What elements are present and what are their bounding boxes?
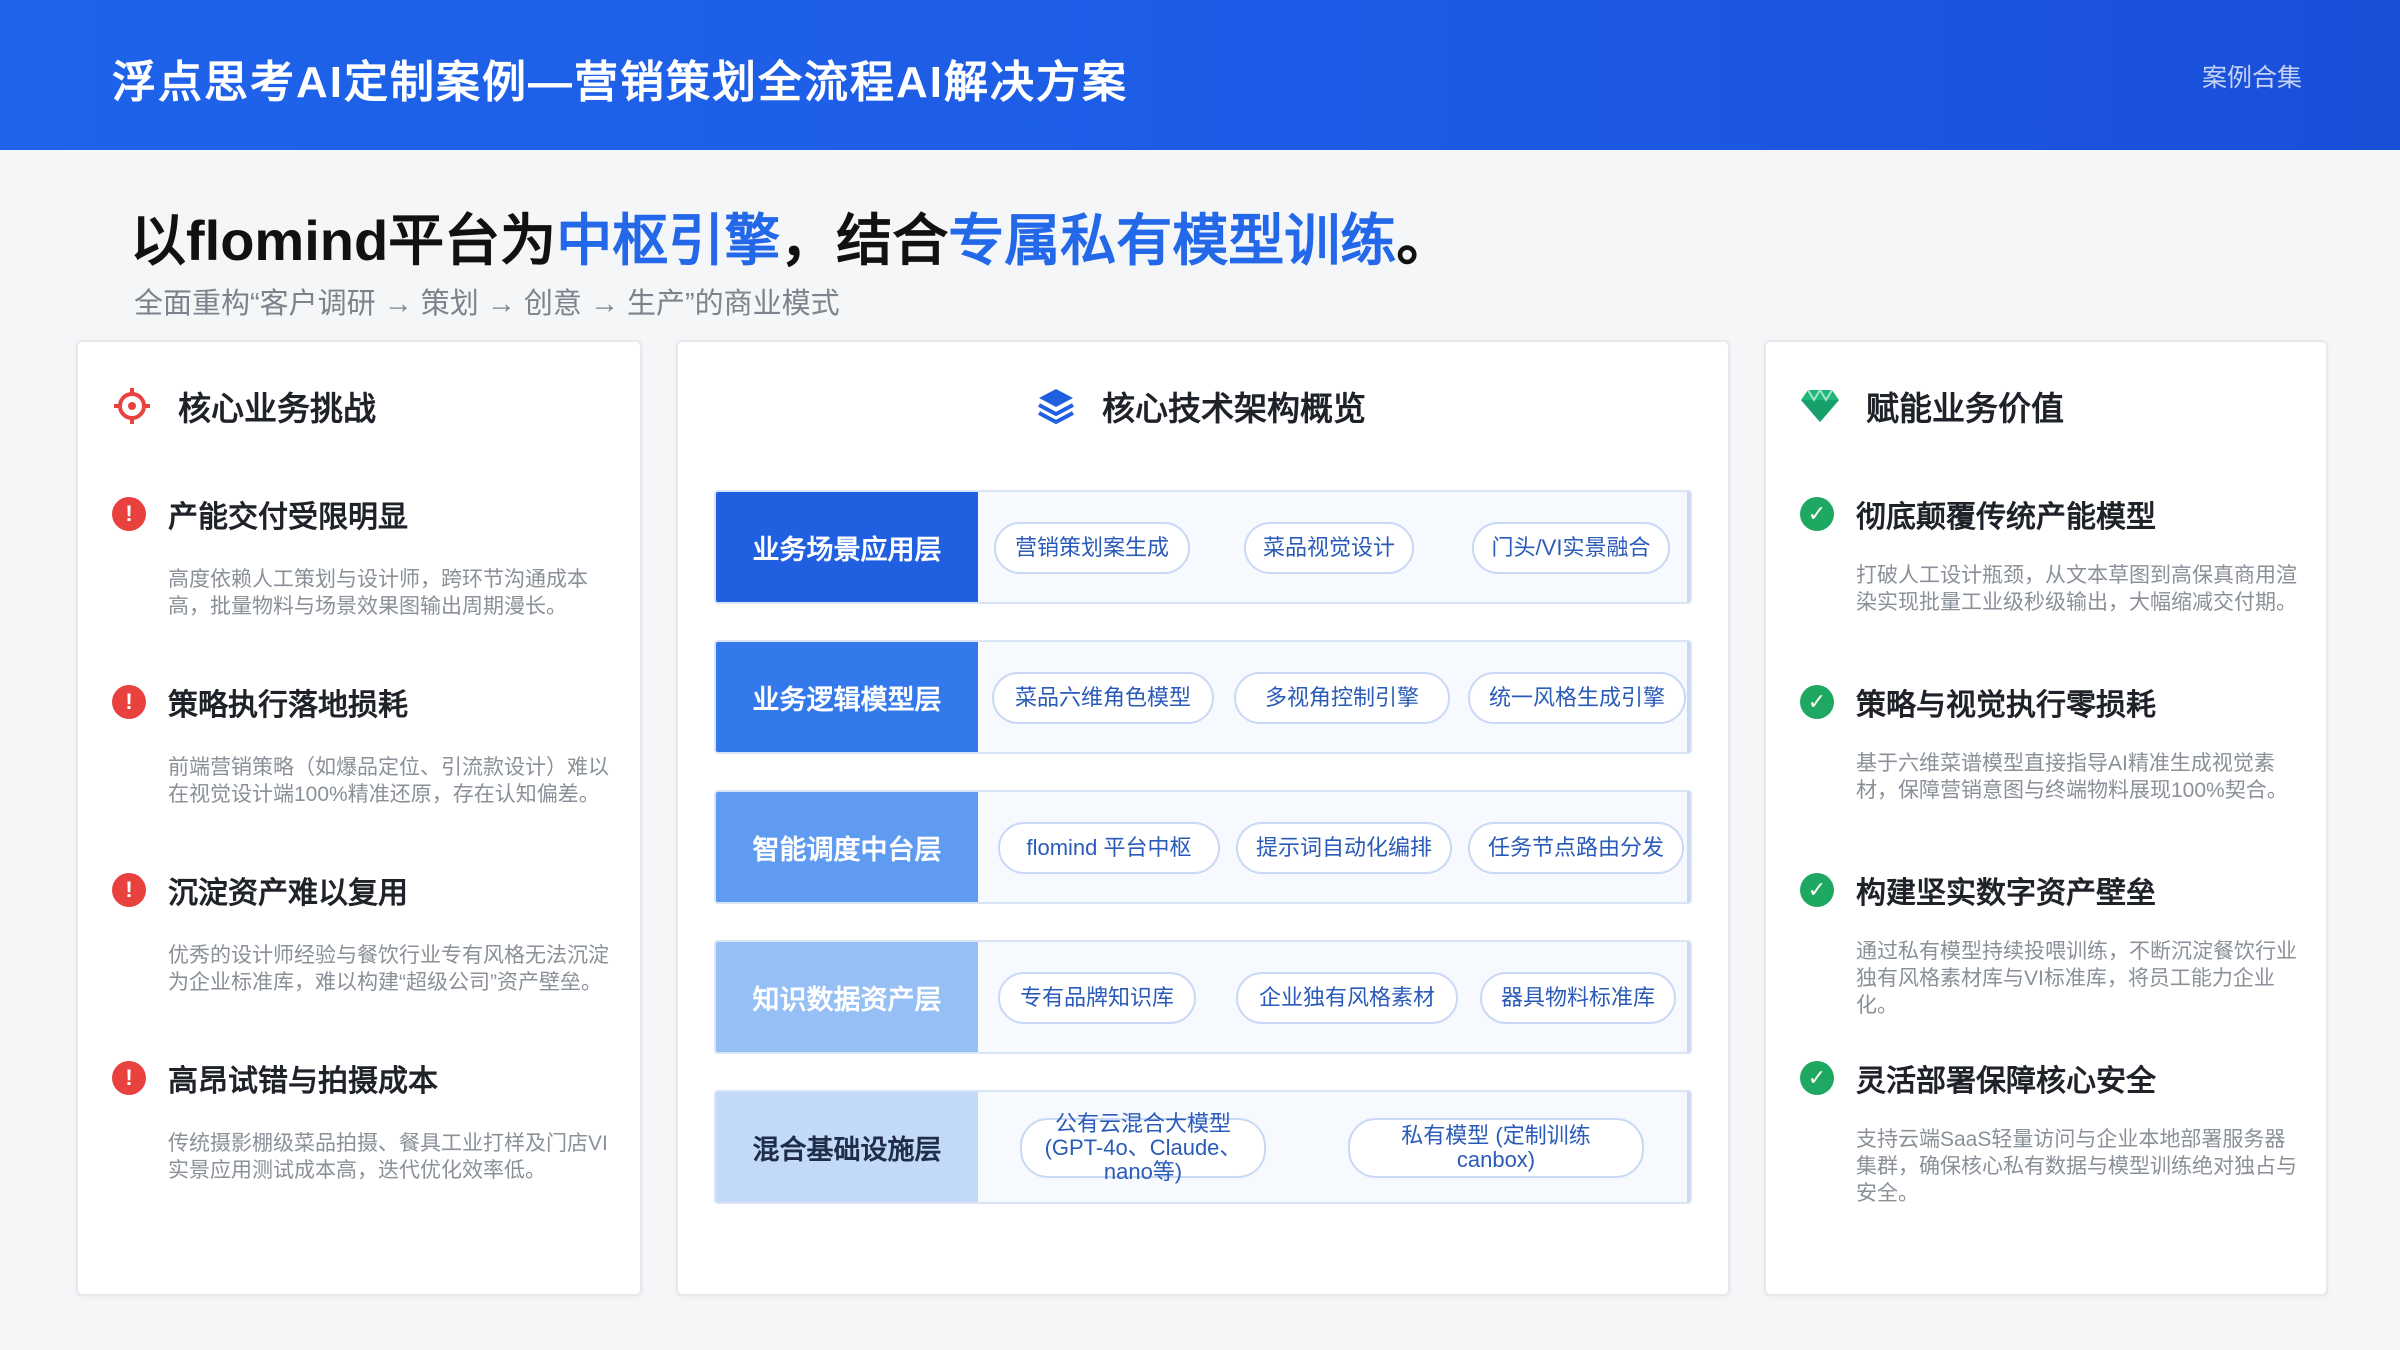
value-desc: 基于六维菜谱模型直接指导AI精准生成视觉素材，保障营销意图与终端物料展现100%…	[1856, 752, 2288, 802]
challenge-item: ! 策略执行落地损耗 前端营销策略（如爆品定位、引流款设计）难以在视觉设计端10…	[112, 680, 614, 808]
alert-icon: !	[112, 497, 146, 531]
architecture-card-title: 核心技术架构概览	[1102, 390, 1366, 427]
layer-component-pill: 多视角控制引擎	[1234, 672, 1450, 724]
layer-component-pill: 门头/VI实景融合	[1472, 522, 1670, 574]
layer-component-pill: 专有品牌知识库	[998, 972, 1196, 1024]
layer-component-pill: 菜品六维角色模型	[992, 672, 1214, 724]
value-title: 构建坚实数字资产壁垒	[1856, 877, 2156, 910]
check-icon: ✓	[1800, 497, 1834, 531]
challenge-item: ! 高昂试错与拍摄成本 传统摄影棚级菜品拍摄、餐具工业打样及门店VI实景应用测试…	[112, 1056, 614, 1184]
challenge-title: 产能交付受限明显	[168, 501, 408, 534]
challenges-card-title: 核心业务挑战	[178, 390, 376, 427]
layer-label: 知识数据资产层	[716, 942, 978, 1052]
layer-component-pill: 公有云混合大模型 (GPT-4o、Claude、nano等)	[1020, 1112, 1266, 1184]
layer-component-pill: 营销策划案生成	[994, 522, 1190, 574]
page-title: 浮点思考AI定制案例—营销策划全流程AI解决方案	[112, 58, 1128, 107]
layer-label: 业务逻辑模型层	[716, 642, 978, 752]
case-collection-tag: 案例合集	[2201, 64, 2302, 92]
check-icon: ✓	[1800, 1061, 1834, 1095]
alert-icon: !	[112, 873, 146, 907]
layer-component-pill: 私有模型 (定制训练 canbox)	[1348, 1118, 1644, 1178]
layer-edge	[1687, 492, 1690, 602]
layer-component-pill: 统一风格生成引擎	[1468, 672, 1686, 724]
subheadline: 全面重构“客户调研 → 策划 → 创意 → 生产”的商业模式	[134, 288, 840, 320]
layer-label: 业务场景应用层	[716, 492, 978, 602]
layer-edge	[1687, 942, 1690, 1052]
value-desc: 打破人工设计瓶颈，从文本草图到高保真商用渲染实现批量工业级秒级输出，大幅缩减交付…	[1856, 564, 2297, 614]
challenge-desc: 优秀的设计师经验与餐饮行业专有风格无法沉淀为企业标准库，难以构建“超级公司”资产…	[168, 944, 609, 994]
value-title: 灵活部署保障核心安全	[1856, 1065, 2156, 1098]
challenge-desc: 高度依赖人工策划与设计师，跨环节沟通成本高，批量物料与场景效果图输出周期漫长。	[168, 568, 588, 618]
header-bar: 浮点思考AI定制案例—营销策划全流程AI解决方案 案例合集	[0, 0, 2400, 150]
layer-edge	[1687, 642, 1690, 752]
value-title: 彻底颠覆传统产能模型	[1856, 501, 2156, 534]
challenge-title: 策略执行落地损耗	[168, 689, 408, 722]
layer-component-pill: 提示词自动化编排	[1236, 822, 1452, 874]
architecture-card-header: 核心技术架构概览	[1036, 382, 1366, 430]
headline: 以flomind平台为中枢引擎，结合专属私有模型训练。	[130, 196, 1452, 277]
check-icon: ✓	[1800, 873, 1834, 907]
value-item: ✓ 彻底颠覆传统产能模型 打破人工设计瓶颈，从文本草图到高保真商用渲染实现批量工…	[1800, 492, 2300, 616]
challenge-title: 沉淀资产难以复用	[168, 877, 408, 910]
value-item: ✓ 灵活部署保障核心安全 支持云端SaaS轻量访问与企业本地部署服务器集群，确保…	[1800, 1056, 2300, 1207]
challenge-desc: 传统摄影棚级菜品拍摄、餐具工业打样及门店VI实景应用测试成本高，迭代优化效率低。	[168, 1132, 608, 1182]
layer-label: 智能调度中台层	[716, 792, 978, 902]
layer-component-pill: flomind 平台中枢	[998, 822, 1220, 874]
headline-part-1: 以flomind平台为	[130, 209, 557, 272]
crosshair-icon	[112, 386, 152, 426]
layers-icon	[1036, 386, 1076, 426]
challenge-desc: 前端营销策略（如爆品定位、引流款设计）难以在视觉设计端100%精准还原，存在认知…	[168, 756, 609, 806]
challenge-item: ! 产能交付受限明显 高度依赖人工策划与设计师，跨环节沟通成本高，批量物料与场景…	[112, 492, 614, 620]
check-icon: ✓	[1800, 685, 1834, 719]
value-title: 策略与视觉执行零损耗	[1856, 689, 2156, 722]
value-item: ✓ 策略与视觉执行零损耗 基于六维菜谱模型直接指导AI精准生成视觉素材，保障营销…	[1800, 680, 2300, 804]
layer-component-pill: 企业独有风格素材	[1236, 972, 1458, 1024]
layer-edge	[1687, 1092, 1690, 1202]
challenges-card-header: 核心业务挑战	[112, 382, 376, 430]
headline-part-3: ，结合	[780, 209, 949, 272]
layer-label: 混合基础设施层	[716, 1092, 978, 1202]
layer-component-pill: 菜品视觉设计	[1244, 522, 1414, 574]
headline-highlight-2: 专属私有模型训练	[948, 209, 1397, 272]
layer-edge	[1687, 792, 1690, 902]
architecture-layer: 业务场景应用层 营销策划案生成 菜品视觉设计 门头/VI实景融合	[714, 490, 1692, 604]
layer-component-pill: 器具物料标准库	[1480, 972, 1676, 1024]
value-desc: 支持云端SaaS轻量访问与企业本地部署服务器集群，确保核心私有数据与模型训练绝对…	[1856, 1128, 2297, 1205]
diamond-icon	[1800, 386, 1840, 426]
headline-highlight-1: 中枢引擎	[556, 209, 781, 272]
value-card-header: 赋能业务价值	[1800, 382, 2064, 430]
value-card-title: 赋能业务价值	[1866, 390, 2064, 427]
headline-part-5: 。	[1396, 209, 1453, 272]
value-card: 赋能业务价值 ✓ 彻底颠覆传统产能模型 打破人工设计瓶颈，从文本草图到高保真商用…	[1764, 340, 2328, 1296]
challenge-title: 高昂试错与拍摄成本	[168, 1065, 438, 1098]
architecture-card: 核心技术架构概览 业务场景应用层 营销策划案生成 菜品视觉设计 门头/VI实景融…	[676, 340, 1730, 1296]
challenges-card: 核心业务挑战 ! 产能交付受限明显 高度依赖人工策划与设计师，跨环节沟通成本高，…	[76, 340, 642, 1296]
architecture-layer: 业务逻辑模型层 菜品六维角色模型 多视角控制引擎 统一风格生成引擎	[714, 640, 1692, 754]
architecture-layer: 知识数据资产层 专有品牌知识库 企业独有风格素材 器具物料标准库	[714, 940, 1692, 1054]
architecture-layer: 智能调度中台层 flomind 平台中枢 提示词自动化编排 任务节点路由分发	[714, 790, 1692, 904]
alert-icon: !	[112, 1061, 146, 1095]
challenge-item: ! 沉淀资产难以复用 优秀的设计师经验与餐饮行业专有风格无法沉淀为企业标准库，难…	[112, 868, 614, 996]
value-desc: 通过私有模型持续投喂训练，不断沉淀餐饮行业独有风格素材库与VI标准库，将员工能力…	[1856, 940, 2297, 1017]
architecture-layer: 混合基础设施层 公有云混合大模型 (GPT-4o、Claude、nano等) 私…	[714, 1090, 1692, 1204]
alert-icon: !	[112, 685, 146, 719]
value-item: ✓ 构建坚实数字资产壁垒 通过私有模型持续投喂训练，不断沉淀餐饮行业独有风格素材…	[1800, 868, 2300, 1019]
layer-component-pill: 任务节点路由分发	[1468, 822, 1684, 874]
